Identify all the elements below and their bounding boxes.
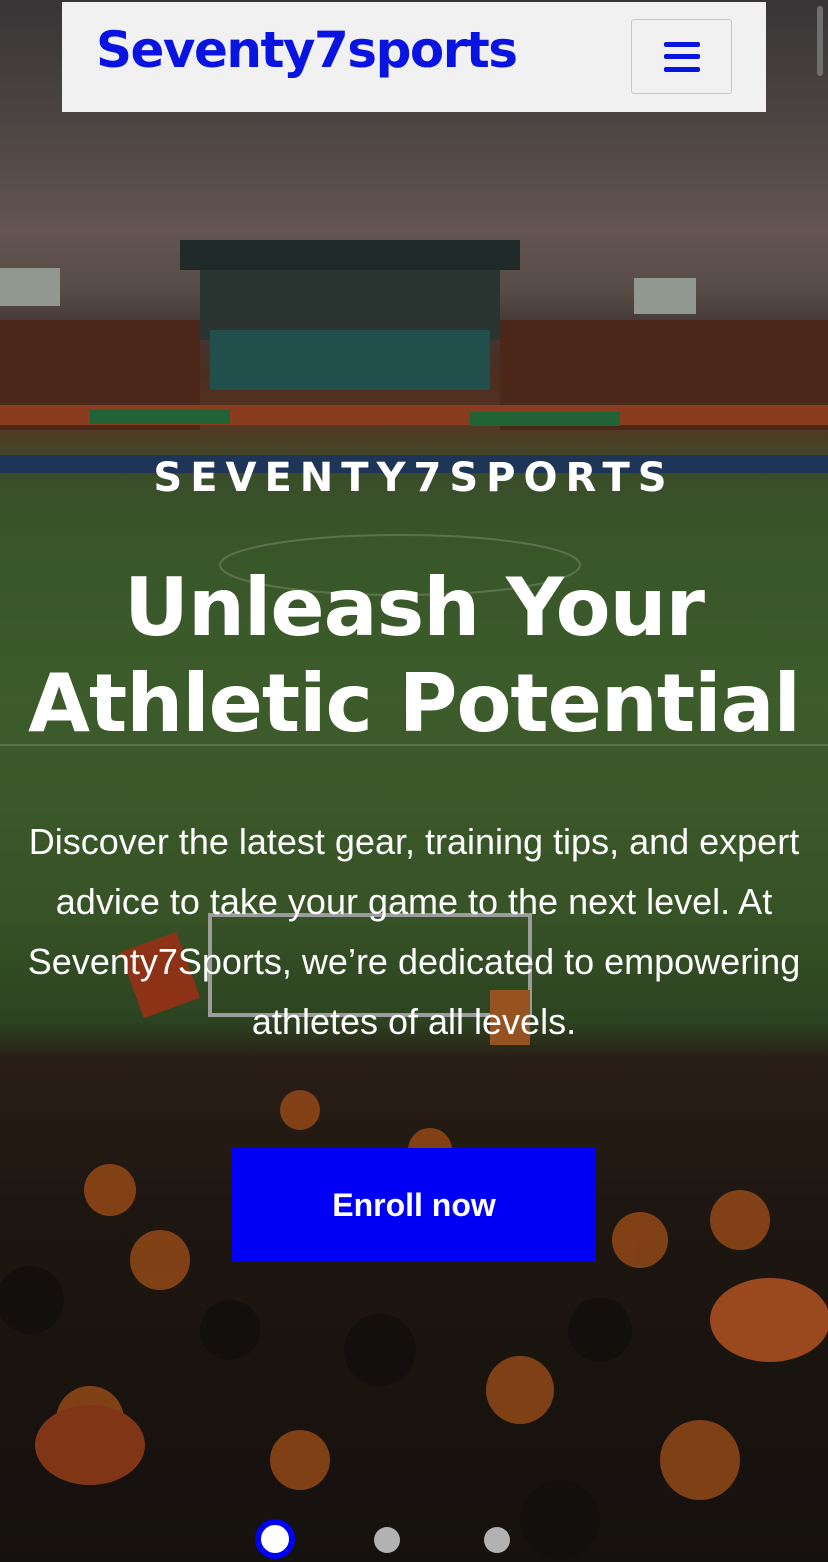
scrollbar-thumb[interactable] <box>817 6 823 76</box>
hero-headline-line1: Unleash Your <box>124 561 705 654</box>
menu-toggle-button[interactable] <box>631 19 732 94</box>
carousel-dot-3[interactable] <box>484 1527 510 1553</box>
hero-eyebrow: SEVENTY7SPORTS <box>153 455 675 501</box>
carousel-dot-2[interactable] <box>374 1527 400 1553</box>
hamburger-menu-icon <box>663 41 700 72</box>
hero-headline-line2: Athletic Potential <box>28 657 801 750</box>
hero-dark-overlay <box>0 0 828 1562</box>
page: Seventy7sports SEVENTY7SPORTS Unleash Yo… <box>0 0 828 1562</box>
hero-headline: Unleash Your Athletic Potential <box>20 560 808 752</box>
site-logo[interactable]: Seventy7sports <box>96 18 518 82</box>
carousel-dot-1[interactable] <box>255 1519 295 1559</box>
site-header: Seventy7sports <box>62 2 766 112</box>
hero-description: Discover the latest gear, training tips,… <box>27 821 801 1042</box>
enroll-now-button[interactable]: Enroll now <box>232 1148 596 1262</box>
carousel-dots <box>0 1518 828 1562</box>
